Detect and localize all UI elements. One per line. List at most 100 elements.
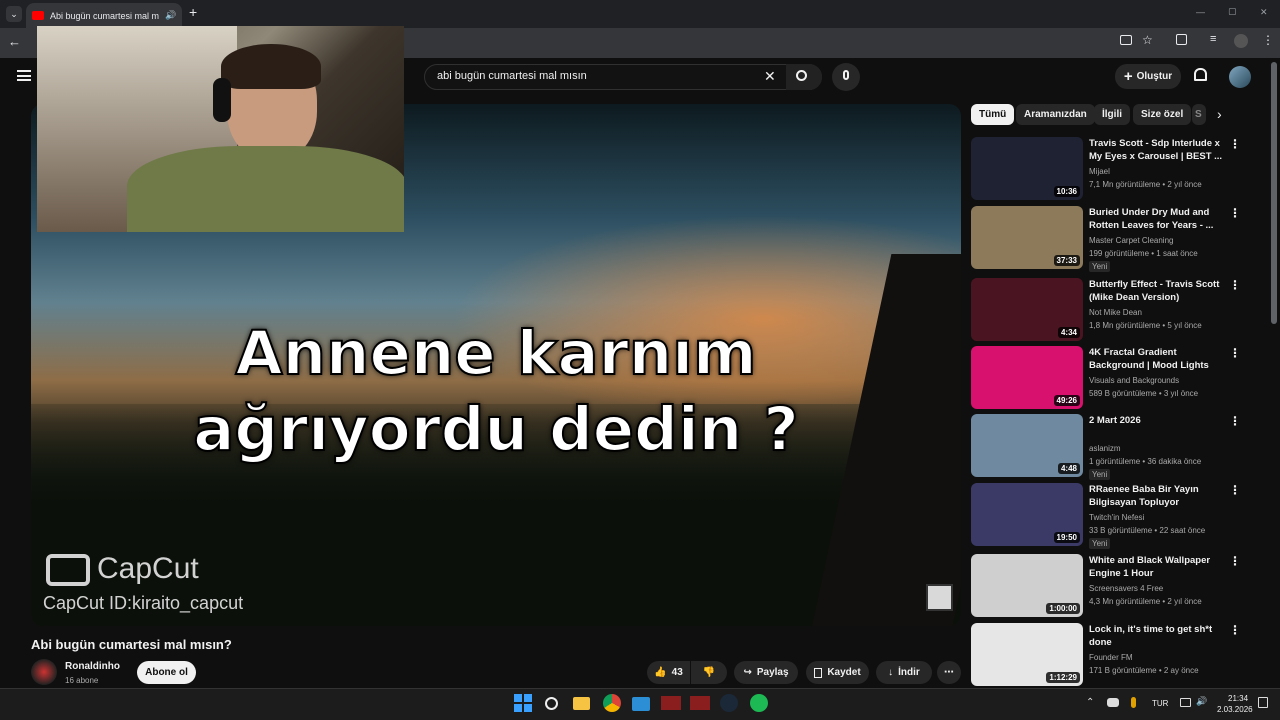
more-options-icon[interactable]: ⋮ xyxy=(1229,137,1241,151)
more-options-icon[interactable]: ⋮ xyxy=(1229,278,1241,292)
channel-avatar[interactable] xyxy=(31,659,57,685)
extensions-icon[interactable] xyxy=(1176,34,1187,45)
more-actions-button[interactable]: ⋯ xyxy=(937,661,961,684)
chip-from-search[interactable]: Aramanızdan xyxy=(1016,104,1095,125)
recommendation-channel[interactable]: aslanizm xyxy=(1089,444,1121,453)
window-minimize-button[interactable]: — xyxy=(1196,7,1205,17)
recommendation-card[interactable]: 1:00:00 White and Black Wallpaper Engine … xyxy=(971,554,1266,620)
recommendation-channel[interactable]: Visuals and Backgrounds xyxy=(1089,376,1179,385)
duration-badge: 19:50 xyxy=(1053,532,1080,543)
chip-for-you[interactable]: Size özel xyxy=(1133,104,1192,125)
language-indicator[interactable]: TUR xyxy=(1152,699,1168,708)
page-scrollbar[interactable] xyxy=(1271,62,1277,324)
channel-name[interactable]: Ronaldinho xyxy=(65,661,120,672)
save-button[interactable]: Kaydet xyxy=(806,661,869,684)
more-options-icon[interactable]: ⋮ xyxy=(1229,483,1241,497)
more-options-icon[interactable]: ⋮ xyxy=(1229,414,1241,428)
network-icon[interactable] xyxy=(1180,698,1191,707)
taskbar-search-icon[interactable] xyxy=(545,697,558,710)
window-close-button[interactable]: ✕ xyxy=(1260,7,1268,18)
photos-icon[interactable] xyxy=(632,697,650,711)
steam-icon[interactable] xyxy=(720,694,738,712)
recommendation-channel[interactable]: Twitch'in Nefesi xyxy=(1089,513,1144,522)
reading-list-icon[interactable]: ≡ xyxy=(1210,33,1216,45)
recommendation-card[interactable]: 19:50 RRaenee Baba Bir Yayın Bilgisayan T… xyxy=(971,483,1266,549)
app-thumbnail-icon[interactable] xyxy=(661,696,681,710)
account-avatar[interactable] xyxy=(1229,66,1251,88)
more-options-icon[interactable]: ⋮ xyxy=(1229,623,1241,637)
video-thumbnail[interactable]: 1:12:29 xyxy=(971,623,1083,686)
more-options-icon[interactable]: ⋮ xyxy=(1229,554,1241,568)
chip-all[interactable]: Tümü xyxy=(971,104,1015,125)
recommendation-title[interactable]: Lock in, it's time to get sh*t done xyxy=(1089,623,1225,649)
tab-search-icon[interactable]: ⌄ xyxy=(6,6,22,22)
recommendation-channel[interactable]: Mijael xyxy=(1089,167,1110,176)
video-thumbnail[interactable]: 37:33 xyxy=(971,206,1083,269)
recommendation-card[interactable]: 10:36 Travis Scott - Sdp Interlude x My E… xyxy=(971,137,1266,203)
more-options-icon[interactable]: ⋮ xyxy=(1229,346,1241,360)
browser-tab[interactable]: Abi bugün cumartesi mal m 🔊 ✕ xyxy=(26,3,182,28)
recommendation-card[interactable]: 37:33 Buried Under Dry Mud and Rotten Lea… xyxy=(971,206,1266,272)
video-thumbnail[interactable]: 10:36 xyxy=(971,137,1083,200)
recommendation-card[interactable]: 49:26 4K Fractal Gradient Background | Mo… xyxy=(971,346,1266,412)
recommendation-card[interactable]: 4:34 Butterfly Effect - Travis Scott (Mik… xyxy=(971,278,1266,344)
tray-microphone-icon[interactable] xyxy=(1131,697,1136,708)
back-arrow-icon[interactable]: ← xyxy=(8,34,21,49)
recommendation-channel[interactable]: Screensavers 4 Free xyxy=(1089,584,1163,593)
tray-chevron-up-icon[interactable]: ⌃ xyxy=(1086,697,1094,708)
chrome-icon[interactable] xyxy=(603,694,621,712)
chevron-right-icon[interactable]: › xyxy=(1217,106,1222,122)
app-thumbnail-icon-2[interactable] xyxy=(690,696,710,710)
window-maximize-button[interactable]: ▢ xyxy=(1228,6,1237,17)
recommendation-title[interactable]: RRaenee Baba Bir Yayın Bilgisayan Topluy… xyxy=(1089,483,1225,509)
like-button[interactable]: 👍 43 xyxy=(647,661,690,684)
notification-center-icon[interactable] xyxy=(1258,697,1268,708)
recommendation-card[interactable]: 1:12:29 Lock in, it's time to get sh*t do… xyxy=(971,623,1266,689)
share-button[interactable]: ↪ Paylaş xyxy=(734,661,798,684)
recommendation-title[interactable]: 4K Fractal Gradient Background | Mood Li… xyxy=(1089,346,1225,372)
recommendation-channel[interactable]: Founder FM xyxy=(1089,653,1133,662)
spotify-icon[interactable] xyxy=(750,694,768,712)
chip-partial[interactable]: S xyxy=(1192,104,1206,125)
recommendation-title[interactable]: 2 Mart 2026 xyxy=(1089,414,1225,427)
profile-avatar[interactable] xyxy=(1234,34,1248,48)
video-thumbnail[interactable]: 4:34 xyxy=(971,278,1083,341)
recommendation-title[interactable]: Buried Under Dry Mud and Rotten Leaves f… xyxy=(1089,206,1225,232)
recommendation-card[interactable]: 4:48 2 Mart 2026 aslanizm 1 görüntüleme • 3… xyxy=(971,414,1266,480)
windows-start-icon[interactable] xyxy=(514,694,532,712)
speaker-icon[interactable]: 🔊 xyxy=(165,10,176,21)
video-thumbnail[interactable]: 4:48 xyxy=(971,414,1083,477)
notifications-bell-icon[interactable] xyxy=(1194,68,1207,81)
recommendation-title[interactable]: Butterfly Effect - Travis Scott (Mike De… xyxy=(1089,278,1225,304)
recommendation-title[interactable]: Travis Scott - Sdp Interlude x My Eyes x… xyxy=(1089,137,1225,163)
browser-menu-icon[interactable]: ⋮ xyxy=(1262,33,1274,47)
bookmark-star-icon[interactable]: ☆ xyxy=(1142,33,1153,47)
clear-search-icon[interactable]: ✕ xyxy=(764,68,776,85)
chip-related[interactable]: İlgili xyxy=(1094,104,1130,125)
dislike-button[interactable]: 👎 xyxy=(691,661,727,684)
video-thumbnail[interactable]: 49:26 xyxy=(971,346,1083,409)
recommendation-channel[interactable]: Not Mike Dean xyxy=(1089,308,1142,317)
cast-icon[interactable] xyxy=(1120,35,1132,45)
webcam-person-hair xyxy=(221,44,321,89)
search-input[interactable]: abi bugün cumartesi mal mısın xyxy=(424,64,822,90)
video-thumbnail[interactable]: 19:50 xyxy=(971,483,1083,546)
download-label: İndir xyxy=(898,667,920,678)
search-button[interactable] xyxy=(786,64,822,90)
recommendation-channel[interactable]: Master Carpet Cleaning xyxy=(1089,236,1173,245)
more-options-icon[interactable]: ⋮ xyxy=(1229,206,1241,220)
clock-date[interactable]: 2.03.2026 xyxy=(1217,705,1253,714)
volume-icon[interactable]: 🔊 xyxy=(1196,696,1207,707)
new-tab-button[interactable]: + xyxy=(189,4,197,20)
clock-time[interactable]: 21:34 xyxy=(1228,694,1248,703)
hamburger-menu-icon[interactable] xyxy=(17,70,31,81)
video-thumbnail[interactable]: 1:00:00 xyxy=(971,554,1083,617)
create-button[interactable]: + Oluştur xyxy=(1115,64,1181,89)
voice-search-button[interactable] xyxy=(832,63,860,91)
download-button[interactable]: ↓ İndir xyxy=(876,661,932,684)
tray-discord-icon[interactable] xyxy=(1107,698,1119,707)
channel-watermark-thumbnail[interactable] xyxy=(926,584,953,611)
file-explorer-icon[interactable] xyxy=(573,697,590,710)
subscribe-button[interactable]: Abone ol xyxy=(137,661,196,684)
recommendation-title[interactable]: White and Black Wallpaper Engine 1 Hour xyxy=(1089,554,1225,580)
